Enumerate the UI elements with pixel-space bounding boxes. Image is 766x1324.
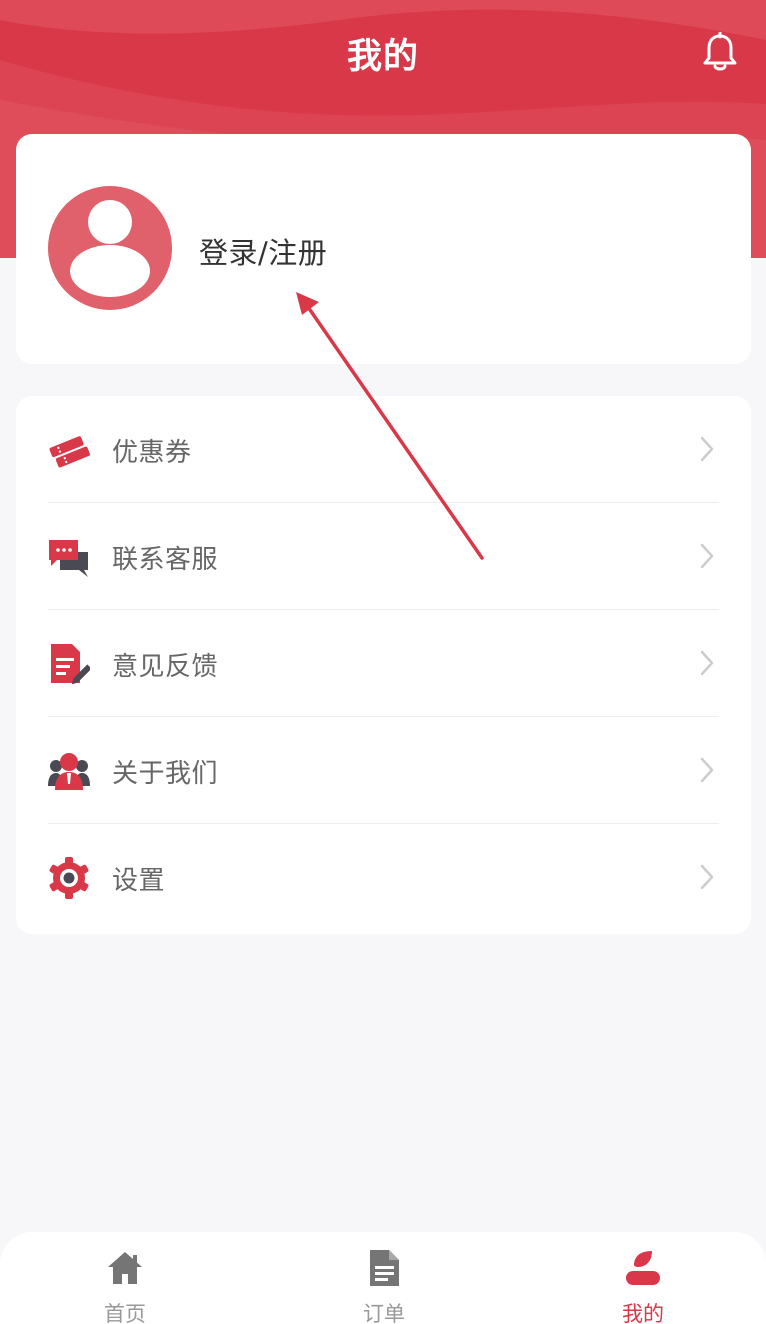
- user-icon: [624, 1249, 662, 1287]
- tab-label: 首页: [104, 1302, 146, 1324]
- menu-item-label: 意见反馈: [112, 652, 219, 682]
- menu-item-label: 联系客服: [112, 545, 219, 575]
- menu-list: 优惠券 联系客服 意见反馈 关于我们 设置: [16, 396, 751, 934]
- bell-icon[interactable]: [701, 31, 739, 72]
- login-register-link[interactable]: 登录/注册: [199, 230, 327, 272]
- menu-item-label: 关于我们: [112, 759, 219, 789]
- menu-item-coupon[interactable]: 优惠券: [48, 396, 719, 503]
- settings-gear-icon: [48, 857, 90, 899]
- chat-icon: [48, 536, 90, 578]
- chevron-right-icon: [699, 757, 715, 783]
- menu-item-about-us[interactable]: 关于我们: [48, 717, 719, 824]
- user-avatar-icon[interactable]: [48, 186, 172, 310]
- tab-home[interactable]: 首页: [55, 1232, 195, 1324]
- chevron-right-icon: [699, 543, 715, 569]
- document-icon: [365, 1249, 403, 1287]
- about-us-icon: [48, 750, 90, 792]
- coupon-icon: [48, 429, 90, 471]
- menu-item-feedback[interactable]: 意见反馈: [48, 610, 719, 717]
- menu-item-label: 优惠券: [112, 438, 192, 468]
- menu-item-label: 设置: [112, 866, 166, 896]
- tab-orders[interactable]: 订单: [314, 1232, 454, 1324]
- page-title: 我的: [346, 37, 419, 77]
- tab-mine[interactable]: 我的: [573, 1232, 713, 1324]
- tab-label: 我的: [622, 1302, 664, 1324]
- chevron-right-icon: [699, 436, 715, 462]
- tab-label: 订单: [363, 1302, 405, 1324]
- feedback-icon: [48, 643, 92, 685]
- menu-item-settings[interactable]: 设置: [48, 824, 719, 931]
- bottom-tab-bar: 首页 订单 我的: [0, 1232, 766, 1324]
- chevron-right-icon: [699, 650, 715, 676]
- home-icon: [106, 1249, 144, 1287]
- profile-card[interactable]: 登录/注册: [16, 134, 751, 364]
- chevron-right-icon: [699, 864, 715, 890]
- menu-item-customer-service[interactable]: 联系客服: [48, 503, 719, 610]
- my-page: 我的 登录/注册 优惠券 联系客服 意见反馈 关于我们 设置 首页 订单 我的: [0, 0, 766, 1324]
